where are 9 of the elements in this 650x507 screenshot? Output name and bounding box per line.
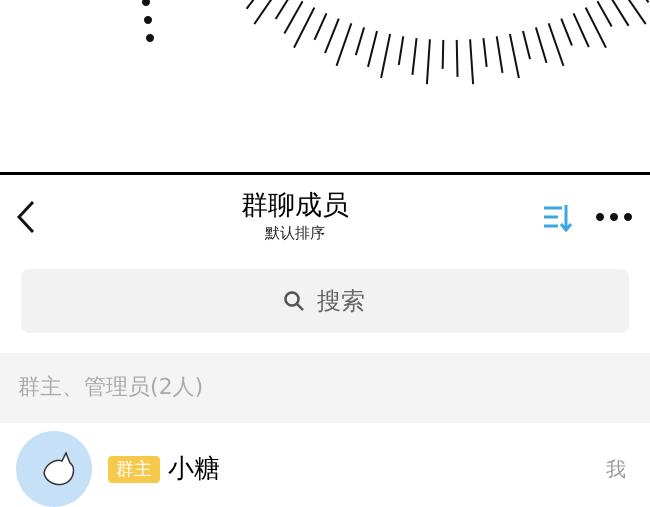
section-title: 群主、管理员(2人) [18,374,204,402]
page-title: 群聊成员 [241,188,349,222]
search-field[interactable]: 搜索 [21,268,629,333]
ellipsis-dots-drawing [142,0,154,42]
owner-badge: 群主 [108,456,160,482]
search-icon [283,290,305,312]
self-tag: 我 [606,454,634,484]
member-name: 小糖 [168,452,220,486]
sort-subtitle: 默认排序 [265,223,325,244]
